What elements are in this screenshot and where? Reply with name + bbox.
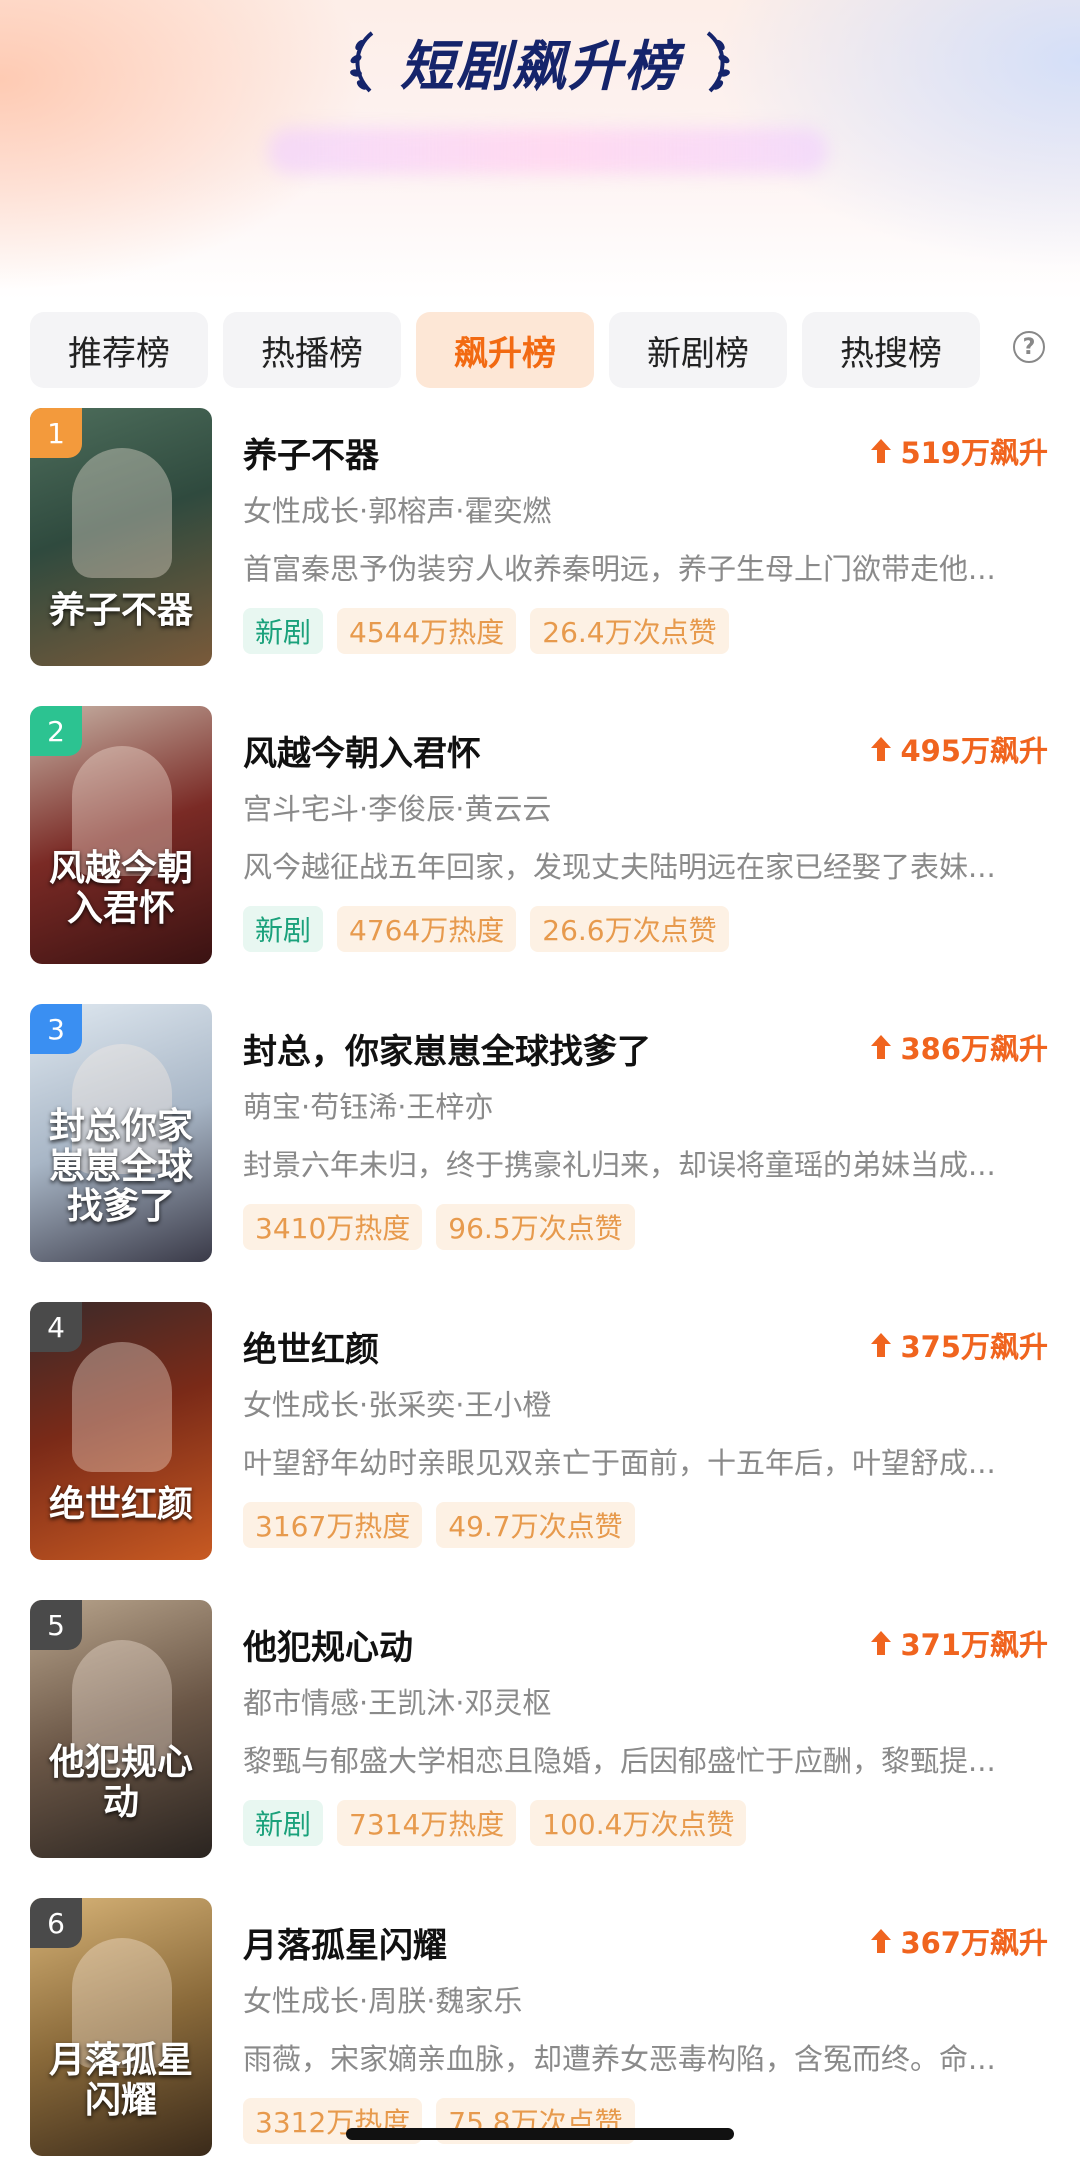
page: 短剧飙升榜 推荐榜 热播榜 飙升榜 新剧榜 热搜榜 ? 养子不器 1 养子不器: [0, 0, 1080, 2162]
genre-cast: 萌宝·苟钰浠·王梓亦: [243, 1090, 494, 1124]
rise-value: 375万飙升: [900, 1330, 1048, 1364]
rank-badge: 3: [30, 1004, 82, 1054]
new-badge: 新剧: [243, 608, 324, 654]
rise-value: 367万飙升: [900, 1926, 1048, 1960]
drama-title[interactable]: 风越今朝入君怀: [243, 726, 843, 775]
tag-row: 新剧 4764万热度 26.6万次点赞: [243, 906, 729, 952]
cover-title-art: 风越今朝入君怀: [48, 847, 193, 929]
tab-hot-search[interactable]: 热搜榜: [802, 312, 980, 388]
rise-value: 371万飙升: [900, 1628, 1048, 1662]
home-indicator[interactable]: [346, 2128, 734, 2140]
likes-badge: 96.5万次点赞: [436, 1204, 635, 1250]
list-item[interactable]: 养子不器 1 养子不器 519万飙升 女性成长·郭榕声·霍奕燃 首富秦思予伪装穷…: [0, 408, 1080, 706]
page-title: 短剧飙升榜: [400, 35, 680, 98]
new-badge: 新剧: [243, 906, 324, 952]
tab-rising[interactable]: 飙升榜: [416, 312, 594, 388]
genre-cast: 宫斗宅斗·李俊辰·黄云云: [243, 792, 552, 826]
rise-indicator: 371万飙升: [870, 1622, 1048, 1664]
arrow-up-icon: [871, 1333, 892, 1357]
header-banner: 短剧飙升榜: [0, 0, 1080, 300]
list-item[interactable]: 风越今朝入君怀 2 风越今朝入君怀 495万飙升 宫斗宅斗·李俊辰·黄云云 风今…: [0, 706, 1080, 1004]
rise-value: 386万飙升: [900, 1032, 1048, 1066]
rise-indicator: 375万飙升: [870, 1324, 1048, 1366]
tag-row: 3410万热度 96.5万次点赞: [243, 1204, 635, 1250]
laurel-right-icon: [706, 30, 730, 92]
heat-badge: 4764万热度: [337, 906, 517, 952]
likes-badge: 26.6万次点赞: [530, 906, 729, 952]
cover-title-art: 养子不器: [48, 589, 193, 631]
drama-title[interactable]: 月落孤星闪耀: [243, 1918, 843, 1967]
drama-title[interactable]: 他犯规心动: [243, 1620, 843, 1669]
genre-cast: 女性成长·郭榕声·霍奕燃: [243, 494, 552, 528]
genre-cast: 女性成长·张采奕·王小橙: [243, 1388, 552, 1422]
cover-title-art: 月落孤星闪耀: [48, 2039, 193, 2121]
arrow-up-icon: [871, 1631, 892, 1655]
likes-badge: 49.7万次点赞: [436, 1502, 635, 1548]
rise-indicator: 495万飙升: [870, 728, 1048, 770]
help-icon[interactable]: ?: [1013, 331, 1045, 363]
cover-title-art: 绝世红颜: [48, 1483, 193, 1525]
rank-badge: 6: [30, 1898, 82, 1948]
list-item[interactable]: 月落孤星闪耀 6 月落孤星闪耀 367万飙升 女性成长·周朕·魏家乐 雨薇，宋家…: [0, 1898, 1080, 2162]
genre-cast: 都市情感·王凯沐·邓灵枢: [243, 1686, 552, 1720]
drama-title[interactable]: 绝世红颜: [243, 1322, 843, 1371]
tab-new[interactable]: 新剧榜: [609, 312, 787, 388]
cover-title-art: 封总你家崽崽全球找爹了: [48, 1105, 193, 1227]
rise-indicator: 367万飙升: [870, 1920, 1048, 1962]
tag-row: 新剧 7314万热度 100.4万次点赞: [243, 1800, 747, 1846]
likes-badge: 26.4万次点赞: [530, 608, 729, 654]
rank-badge: 4: [30, 1302, 82, 1352]
rise-indicator: 386万飙升: [870, 1026, 1048, 1068]
tag-row: 3167万热度 49.7万次点赞: [243, 1502, 635, 1548]
drama-title[interactable]: 封总，你家崽崽全球找爹了: [243, 1024, 843, 1073]
list-item[interactable]: 他犯规心动 5 他犯规心动 371万飙升 都市情感·王凯沐·邓灵枢 黎甄与郁盛大…: [0, 1600, 1080, 1898]
laurel-left-icon: [350, 30, 374, 92]
synopsis: 首富秦思予伪装穷人收养秦明远，养子生母上门欲带走他...: [243, 552, 996, 586]
drama-list: 养子不器 1 养子不器 519万飙升 女性成长·郭榕声·霍奕燃 首富秦思予伪装穷…: [0, 408, 1080, 2162]
list-item[interactable]: 封总你家崽崽全球找爹了 3 封总，你家崽崽全球找爹了 386万飙升 萌宝·苟钰浠…: [0, 1004, 1080, 1302]
heat-badge: 3167万热度: [243, 1502, 423, 1548]
synopsis: 黎甄与郁盛大学相恋且隐婚，后因郁盛忙于应酬，黎甄提...: [243, 1744, 996, 1778]
new-badge: 新剧: [243, 1800, 324, 1846]
cover-figure: [72, 448, 172, 578]
heat-badge: 7314万热度: [337, 1800, 517, 1846]
tag-row: 新剧 4544万热度 26.4万次点赞: [243, 608, 729, 654]
rank-badge: 1: [30, 408, 82, 458]
cover-title-art: 他犯规心动: [48, 1741, 193, 1823]
title-wrap: 短剧飙升榜: [0, 22, 1080, 101]
arrow-up-icon: [871, 1035, 892, 1059]
ranking-tabs: 推荐榜 热播榜 飙升榜 新剧榜 热搜榜: [30, 312, 980, 388]
likes-badge: 100.4万次点赞: [530, 1800, 747, 1846]
synopsis: 雨薇，宋家嫡亲血脉，却遭养女恶毒构陷，含冤而终。命...: [243, 2042, 996, 2076]
rise-indicator: 519万飙升: [870, 430, 1048, 472]
synopsis: 风今越征战五年回家，发现丈夫陆明远在家已经娶了表妹...: [243, 850, 996, 884]
tab-recommend[interactable]: 推荐榜: [30, 312, 208, 388]
drama-title[interactable]: 养子不器: [243, 428, 843, 477]
tab-hot-play[interactable]: 热播榜: [223, 312, 401, 388]
heat-badge: 4544万热度: [337, 608, 517, 654]
cover-figure: [72, 1342, 172, 1472]
synopsis: 封景六年未归，终于携豪礼归来，却误将童瑶的弟妹当成...: [243, 1148, 996, 1182]
rise-value: 519万飙升: [900, 436, 1048, 470]
genre-cast: 女性成长·周朕·魏家乐: [243, 1984, 523, 2018]
arrow-up-icon: [871, 737, 892, 761]
subtitle-blurred: [268, 128, 828, 174]
list-item[interactable]: 绝世红颜 4 绝世红颜 375万飙升 女性成长·张采奕·王小橙 叶望舒年幼时亲眼…: [0, 1302, 1080, 1600]
heat-badge: 3410万热度: [243, 1204, 423, 1250]
arrow-up-icon: [871, 1929, 892, 1953]
synopsis: 叶望舒年幼时亲眼见双亲亡于面前，十五年后，叶望舒成...: [243, 1446, 996, 1480]
rise-value: 495万飙升: [900, 734, 1048, 768]
arrow-up-icon: [871, 439, 892, 463]
rank-badge: 2: [30, 706, 82, 756]
rank-badge: 5: [30, 1600, 82, 1650]
